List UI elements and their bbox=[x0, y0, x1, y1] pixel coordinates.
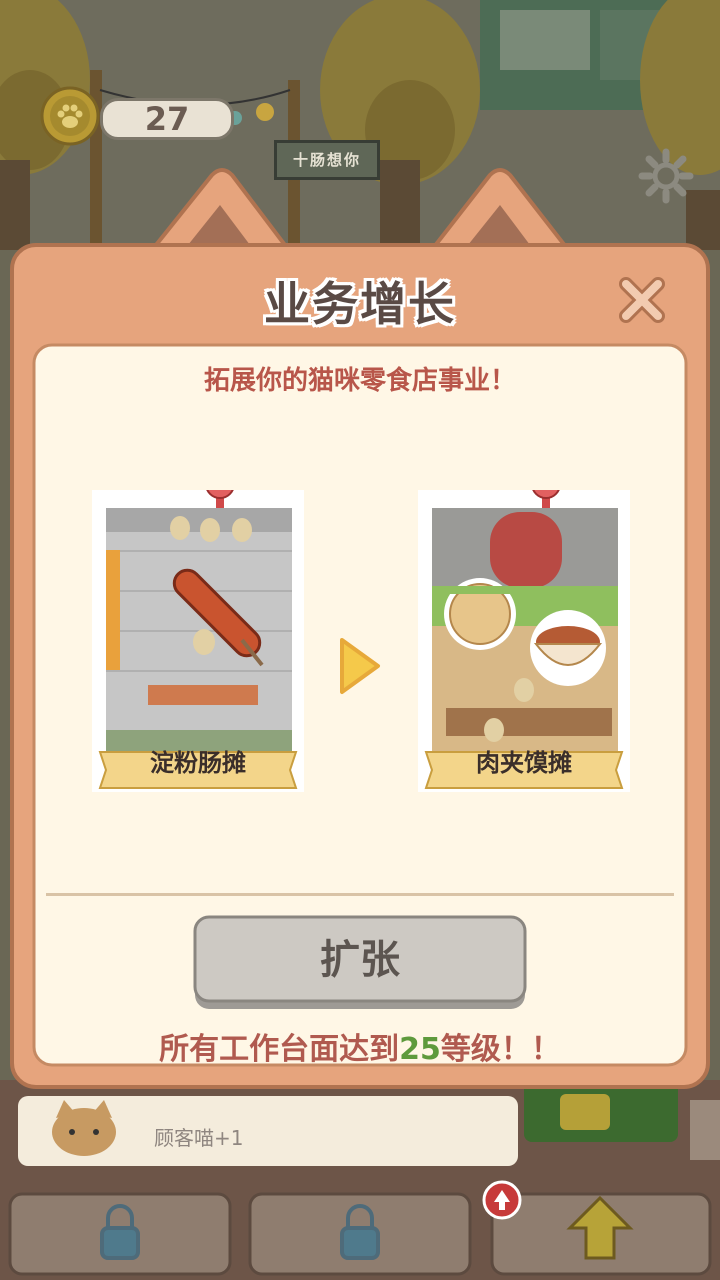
requirement-prefix: 所有工作台面达到 bbox=[159, 1032, 400, 1067]
roujiamo-bun-icon bbox=[444, 578, 516, 650]
requirement-suffix: 等级！！ bbox=[440, 1032, 561, 1067]
bottom-toolbar bbox=[0, 1180, 720, 1280]
dialog-title: 业务增长 bbox=[264, 277, 456, 331]
expansion-requirement: 所有工作台面达到25等级！！ bbox=[40, 1024, 680, 1070]
paw-coin-icon bbox=[40, 86, 100, 146]
next-shop-name: 肉夹馍摊 bbox=[476, 749, 572, 777]
close-icon[interactable] bbox=[614, 272, 670, 328]
current-shop-name: 淀粉肠摊 bbox=[150, 749, 246, 777]
noodle-bowl-icon bbox=[530, 610, 606, 686]
next-arrow-icon bbox=[340, 638, 380, 694]
expand-button[interactable] bbox=[193, 915, 527, 1011]
coin-counter: 27 bbox=[100, 98, 234, 140]
customer-bonus-text: 顾客喵+1 bbox=[154, 1126, 244, 1150]
next-shop-card: 肉夹馍摊 bbox=[418, 469, 630, 792]
dialog-subtitle: 拓展你的猫咪零食店事业！ bbox=[203, 366, 516, 396]
requirement-level: 25 bbox=[399, 1032, 441, 1067]
current-shop-card: 淀粉肠摊 bbox=[92, 469, 304, 792]
divider bbox=[46, 893, 674, 896]
